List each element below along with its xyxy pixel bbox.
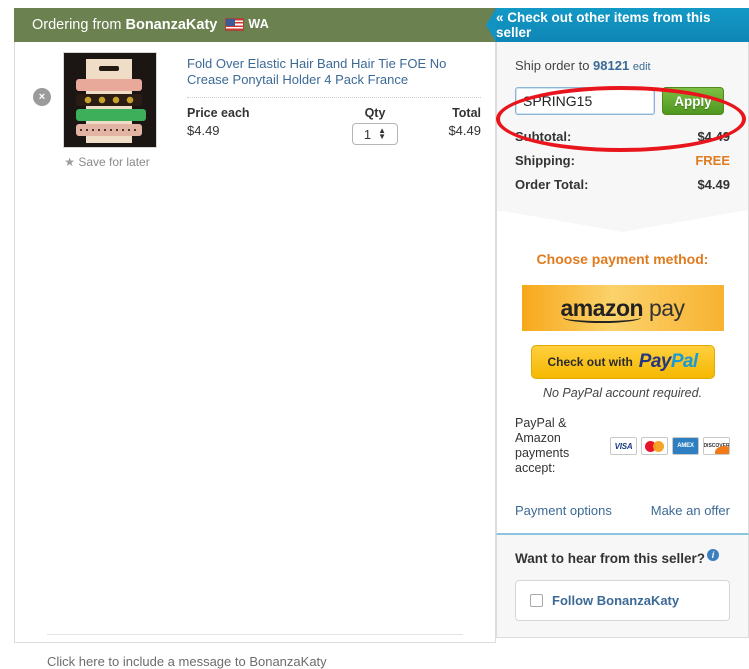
product-image[interactable]	[63, 52, 157, 148]
accepted-cards-label: PayPal & Amazon payments accept:	[515, 416, 602, 476]
amex-icon: AMEX	[672, 437, 699, 455]
quantity-value: 1	[363, 126, 372, 142]
item-details: Fold Over Elastic Hair Band Hair Tie FOE…	[187, 56, 481, 145]
seller-header-bar: Ordering from BonanzaKaty WA	[14, 8, 496, 42]
paypal-prefix-label: Check out with	[547, 355, 633, 369]
amazon-pay-logo: amazon pay	[560, 294, 685, 323]
paypal-pal-text: Pal	[670, 351, 698, 372]
quantity-stepper[interactable]: 1 ▲ ▼	[352, 123, 398, 145]
follow-question: Want to hear from this seller? i	[515, 549, 730, 566]
follow-checkbox[interactable]	[530, 594, 543, 607]
stepper-arrows-icon[interactable]: ▲ ▼	[378, 127, 386, 141]
subtotal-row: Subtotal: $4.49	[515, 129, 730, 144]
follow-question-text: Want to hear from this seller?	[515, 551, 706, 566]
mastercard-icon	[641, 437, 668, 455]
paypal-checkout-button[interactable]: Check out with PayPal	[530, 345, 715, 379]
ordering-prefix: Ordering from	[32, 17, 126, 33]
payment-section: Choose payment method: amazon pay Check …	[496, 233, 749, 490]
ship-prefix: Ship order to	[515, 58, 594, 73]
order-summary: Ship order to 98121 edit Apply Subtotal:…	[496, 42, 749, 211]
subtotal-label: Subtotal:	[515, 129, 572, 144]
no-paypal-account-note: No PayPal account required.	[542, 386, 703, 400]
qty-column: Qty 1 ▲ ▼	[319, 106, 431, 145]
accept-line-1: PayPal & Amazon	[515, 416, 567, 445]
remove-icon-glyph: ×	[38, 91, 46, 103]
discover-icon: DISCOVER	[703, 437, 730, 455]
edit-zip-link[interactable]: edit	[633, 61, 651, 73]
follow-checkbox-label: Follow BonanzaKaty	[552, 593, 680, 608]
choose-payment-title: Choose payment method:	[536, 251, 709, 267]
hair-tie-black-gold	[76, 94, 142, 106]
order-sidebar: Ship order to 98121 edit Apply Subtotal:…	[496, 42, 749, 638]
payment-links-row: Payment options Make an offer	[496, 490, 749, 535]
total-column: Total $4.49	[431, 106, 481, 145]
checkout-page: Ordering from BonanzaKaty WA « Check out …	[0, 0, 749, 669]
follow-seller-section: Want to hear from this seller? i Follow B…	[496, 535, 749, 638]
price-qty-total-grid: Price each $4.49 Qty 1 ▲ ▼ Total $4.49	[187, 106, 481, 145]
message-divider	[47, 634, 463, 635]
shipping-row: Shipping: FREE	[515, 153, 730, 168]
paypal-pay-text: Pay	[638, 351, 672, 372]
ship-order-line: Ship order to 98121 edit	[515, 58, 730, 73]
total-label: Total	[452, 106, 481, 120]
seller-state: WA	[248, 17, 270, 31]
accept-line-2: payments accept:	[515, 446, 570, 475]
cart-item-row: × ★ Save for later Fold Over Elastic Hai…	[15, 42, 495, 191]
remove-item-icon[interactable]: ×	[33, 88, 51, 106]
amazon-pay-button[interactable]: amazon pay	[521, 285, 724, 331]
include-message-link[interactable]: Click here to include a message to Bonan…	[47, 654, 327, 669]
paypal-logo: PayPal	[639, 351, 698, 373]
item-thumbnail-wrap: ★ Save for later	[63, 52, 159, 169]
amazon-smile-icon	[563, 312, 642, 323]
order-total-label: Order Total:	[515, 177, 589, 192]
other-items-tab[interactable]: « Check out other items from this seller	[486, 8, 749, 42]
other-items-label: « Check out other items from this seller	[496, 10, 711, 40]
hair-tie-pink	[76, 79, 142, 91]
info-icon[interactable]: i	[707, 549, 720, 561]
shipping-label: Shipping:	[515, 153, 575, 168]
star-icon: ★	[64, 155, 76, 169]
hair-tie-dotted	[76, 124, 142, 136]
qty-label: Qty	[364, 106, 386, 120]
subtotal-value: $4.49	[697, 129, 730, 144]
seller-name: BonanzaKaty	[125, 17, 218, 33]
card-icons: VISA AMEX DISCOVER	[610, 437, 730, 455]
apply-coupon-button[interactable]: Apply	[662, 87, 724, 115]
payment-options-link[interactable]: Payment options	[515, 503, 612, 518]
price-each-label: Price each	[187, 106, 250, 120]
coupon-input[interactable]	[515, 87, 655, 115]
save-for-later-button[interactable]: ★ Save for later	[55, 155, 159, 169]
cart-panel: × ★ Save for later Fold Over Elastic Hai…	[14, 42, 496, 669]
make-an-offer-link[interactable]: Make an offer	[651, 503, 730, 518]
coupon-row: Apply	[515, 87, 730, 115]
visa-icon: VISA	[610, 437, 637, 455]
order-total-value: $4.49	[697, 177, 730, 192]
ship-zip-link[interactable]: 98121	[593, 58, 629, 73]
amazon-pay-light: pay	[643, 294, 685, 321]
price-column: Price each $4.49	[187, 106, 319, 145]
ordering-from-text: Ordering from BonanzaKaty WA	[14, 17, 269, 33]
us-flag-icon	[225, 18, 245, 31]
shipping-value: FREE	[695, 153, 730, 168]
total-value: $4.49	[448, 123, 481, 138]
item-title-link[interactable]: Fold Over Elastic Hair Band Hair Tie FOE…	[187, 56, 481, 98]
accepted-cards-row: PayPal & Amazon payments accept: VISA AM…	[515, 416, 730, 476]
order-total-row: Order Total: $4.49	[515, 177, 730, 192]
stepper-down-icon[interactable]: ▼	[378, 133, 386, 141]
follow-checkbox-row[interactable]: Follow BonanzaKaty	[515, 580, 730, 621]
price-each-value: $4.49	[187, 123, 220, 138]
summary-notch-divider	[496, 211, 749, 233]
hair-tie-green	[76, 109, 146, 121]
save-for-later-label: Save for later	[78, 155, 150, 169]
